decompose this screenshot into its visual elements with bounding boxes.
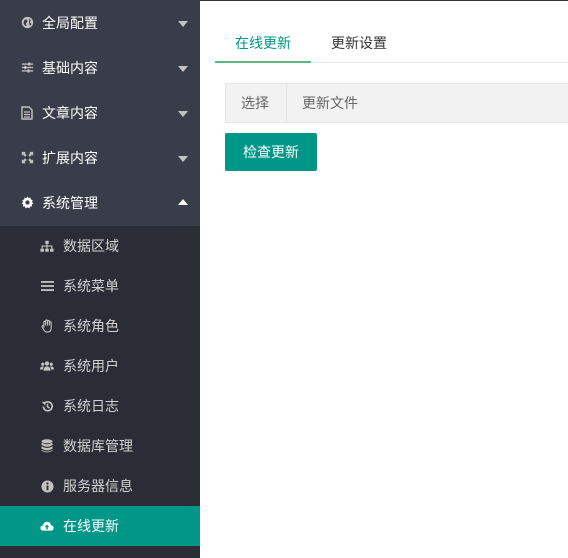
expand-icon <box>20 151 34 165</box>
database-icon <box>40 439 54 453</box>
column-header-select: 选择 <box>226 84 287 122</box>
submenu-item-label: 系统用户 <box>63 359 119 375</box>
main-content: 在线更新 更新设置 选择 更新文件 检查更新 <box>200 0 568 558</box>
submenu-item-label: 数据区域 <box>63 239 119 255</box>
submenu-item-database-management[interactable]: 数据库管理 <box>0 426 200 466</box>
submenu-item-system-role[interactable]: 系统角色 <box>0 306 200 346</box>
submenu-item-label: 数据库管理 <box>63 439 133 455</box>
gear-icon <box>20 196 34 210</box>
chevron-down-icon <box>178 110 188 117</box>
menu-item-system-management[interactable]: 系统管理 <box>0 180 200 225</box>
menu-item-label: 基础内容 <box>42 60 98 77</box>
globe-icon <box>20 16 34 30</box>
submenu-item-label: 系统菜单 <box>63 279 119 295</box>
submenu-item-label: 系统角色 <box>63 319 119 335</box>
submenu-item-label: 系统日志 <box>63 399 119 415</box>
sidebar: 全局配置 基础内容 文章内容 扩展内容 系统管理 数据区域 系统菜单 系统角色 … <box>0 0 200 558</box>
sidebar-main-menu: 全局配置 基础内容 文章内容 扩展内容 系统管理 <box>0 0 200 226</box>
menu-item-extended-content[interactable]: 扩展内容 <box>0 135 200 180</box>
submenu-item-data-region[interactable]: 数据区域 <box>0 226 200 266</box>
chevron-down-icon <box>178 155 188 162</box>
document-icon <box>20 105 34 120</box>
tab-update-settings[interactable]: 更新设置 <box>311 27 407 63</box>
cloud-upload-icon <box>40 519 54 533</box>
info-icon <box>40 479 54 493</box>
update-file-table-header: 选择 更新文件 <box>225 83 568 123</box>
sliders-icon <box>20 61 34 75</box>
menu-item-label: 扩展内容 <box>42 150 98 167</box>
submenu-item-online-update[interactable]: 在线更新 <box>0 506 200 546</box>
chevron-up-icon <box>178 198 188 205</box>
menu-item-label: 全局配置 <box>42 15 98 32</box>
submenu-item-system-user[interactable]: 系统用户 <box>0 346 200 386</box>
menu-item-label: 系统管理 <box>42 195 98 212</box>
tab-bar: 在线更新 更新设置 <box>215 27 568 63</box>
menu-item-basic-content[interactable]: 基础内容 <box>0 45 200 90</box>
tab-online-update[interactable]: 在线更新 <box>215 27 311 63</box>
column-header-update-file: 更新文件 <box>302 96 358 112</box>
history-icon <box>40 399 54 413</box>
menu-item-article-content[interactable]: 文章内容 <box>0 90 200 135</box>
system-management-submenu: 数据区域 系统菜单 系统角色 系统用户 系统日志 数据库管理 服务器信息 在线更… <box>0 226 200 558</box>
submenu-item-server-info[interactable]: 服务器信息 <box>0 466 200 506</box>
submenu-item-label: 服务器信息 <box>63 479 133 495</box>
menu-item-label: 文章内容 <box>42 105 98 122</box>
submenu-item-label: 在线更新 <box>63 519 119 535</box>
list-icon <box>40 279 54 293</box>
menu-item-global-config[interactable]: 全局配置 <box>0 0 200 45</box>
users-icon <box>40 359 54 373</box>
submenu-item-system-log[interactable]: 系统日志 <box>0 386 200 426</box>
sitemap-icon <box>40 239 54 253</box>
chevron-down-icon <box>178 65 188 72</box>
hand-icon <box>40 319 54 333</box>
chevron-down-icon <box>178 20 188 27</box>
check-update-button[interactable]: 检查更新 <box>225 133 317 171</box>
submenu-item-system-menu[interactable]: 系统菜单 <box>0 266 200 306</box>
